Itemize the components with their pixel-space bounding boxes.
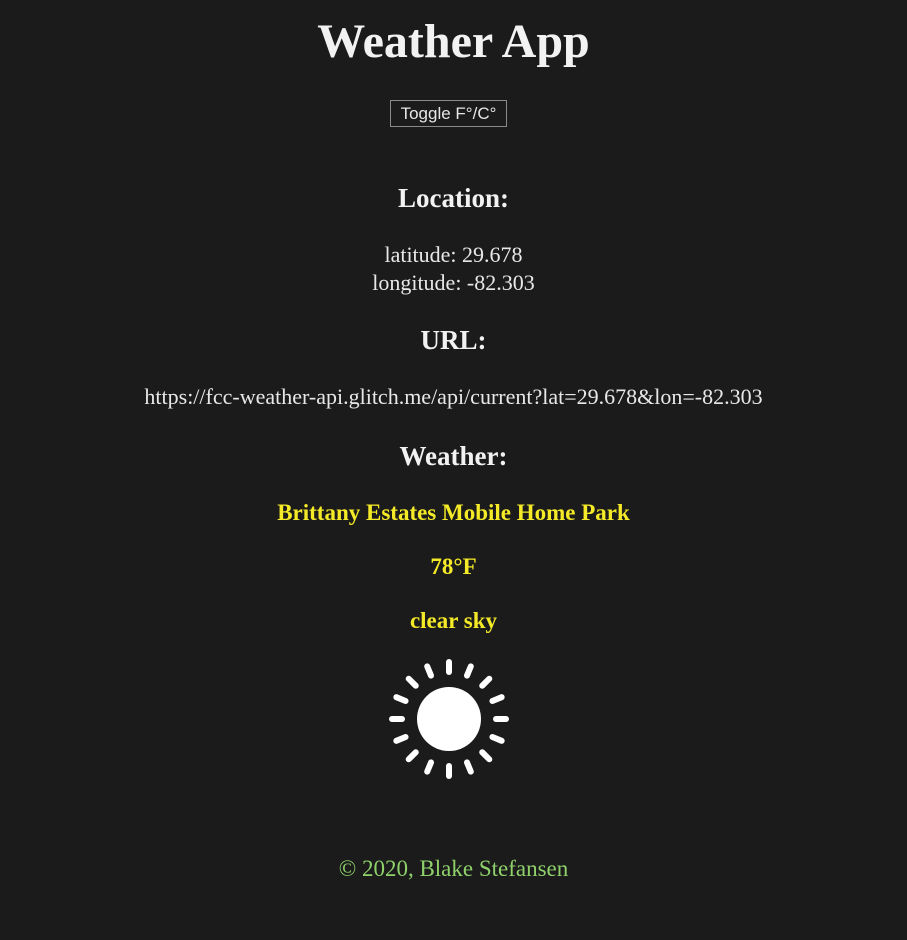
location-heading: Location: [398, 183, 509, 213]
sun-ray [424, 759, 435, 775]
sun-ray [393, 694, 409, 705]
weather-condition: clear sky [409, 608, 498, 633]
weather-heading: Weather: [399, 441, 508, 471]
weather-app-page: Weather App Toggle F°/C° Location: latit… [0, 0, 907, 940]
sun-icon [389, 659, 509, 779]
longitude-text: longitude: -82.303 [372, 270, 535, 295]
api-url-text: https://fcc-weather-api.glitch.me/api/cu… [144, 384, 763, 409]
footer-copyright: © 2020, Blake Stefansen [338, 856, 569, 881]
sun-ray [424, 663, 435, 679]
sun-ray [489, 733, 505, 744]
weather-place: Brittany Estates Mobile Home Park [277, 500, 630, 525]
sun-ray [405, 675, 419, 689]
toggle-unit-button[interactable]: Toggle F°/C° [390, 100, 507, 127]
url-heading: URL: [420, 325, 487, 355]
sun-ray [489, 694, 505, 705]
sun-ray [405, 749, 419, 763]
sun-ray [463, 663, 474, 679]
weather-temperature: 78°F [430, 554, 477, 579]
sun-ray [479, 749, 493, 763]
page-title: Weather App [317, 15, 590, 68]
sun-ray [463, 759, 474, 775]
sun-ray [393, 733, 409, 744]
latitude-text: latitude: 29.678 [384, 242, 523, 267]
sun-ray [479, 675, 493, 689]
